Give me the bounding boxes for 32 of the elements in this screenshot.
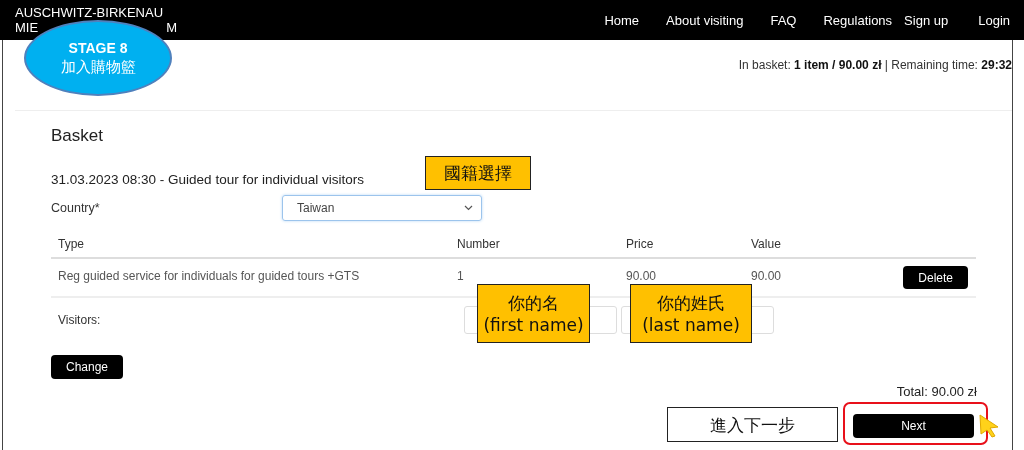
nav-link[interactable]: Regulations	[823, 12, 893, 28]
table-cell: Reg guided service for individuals for guided tours +GTS	[51, 259, 457, 298]
nav-link[interactable]: Sign up	[904, 12, 949, 28]
country-label: Country*	[51, 201, 101, 215]
annotation-tooltip: 你的姓氏 (last name)	[630, 284, 752, 343]
tour-title: 31.03.2023 08:30 - Guided tour for individual visitors	[51, 172, 364, 187]
column-header: Price	[626, 229, 751, 259]
nav-link[interactable]: Home	[604, 12, 640, 28]
change-button[interactable]: Change	[51, 355, 123, 379]
nav-link[interactable]: Login	[978, 12, 1010, 28]
pointer-icon	[978, 414, 1000, 438]
basket-title: Basket	[51, 126, 104, 146]
column-header: Type	[51, 229, 457, 259]
logo-text: M	[166, 20, 177, 35]
stage-text: 加入購物籃	[60, 57, 136, 77]
next-button[interactable]: Next	[853, 414, 974, 438]
country-select[interactable]: Taiwan	[282, 195, 482, 221]
column-header: Value	[751, 229, 901, 259]
nav-link[interactable]: About visiting	[666, 12, 744, 28]
delete-button[interactable]: Delete	[903, 266, 968, 289]
total-text: Total: 90.00 zł	[896, 384, 977, 399]
basket-status: In basket: 1 item / 90.00 zł | Remaining time: 29:32	[738, 58, 1012, 72]
stage-title: STAGE 8	[68, 39, 128, 56]
logo-text: AUSCHWITZ-BIRKENAU	[15, 5, 165, 20]
logo-text: MIE	[15, 20, 39, 35]
nav-link[interactable]: FAQ	[770, 12, 797, 28]
annotation-tooltip: 國籍選擇	[425, 156, 531, 190]
chevron-icon	[464, 205, 473, 211]
visitors-label: Visitors:	[57, 313, 102, 327]
annotation-tooltip: 進入下一步	[667, 407, 838, 442]
annotation-tooltip: 你的名 (first name)	[477, 284, 590, 343]
column-header: Number	[457, 229, 626, 259]
